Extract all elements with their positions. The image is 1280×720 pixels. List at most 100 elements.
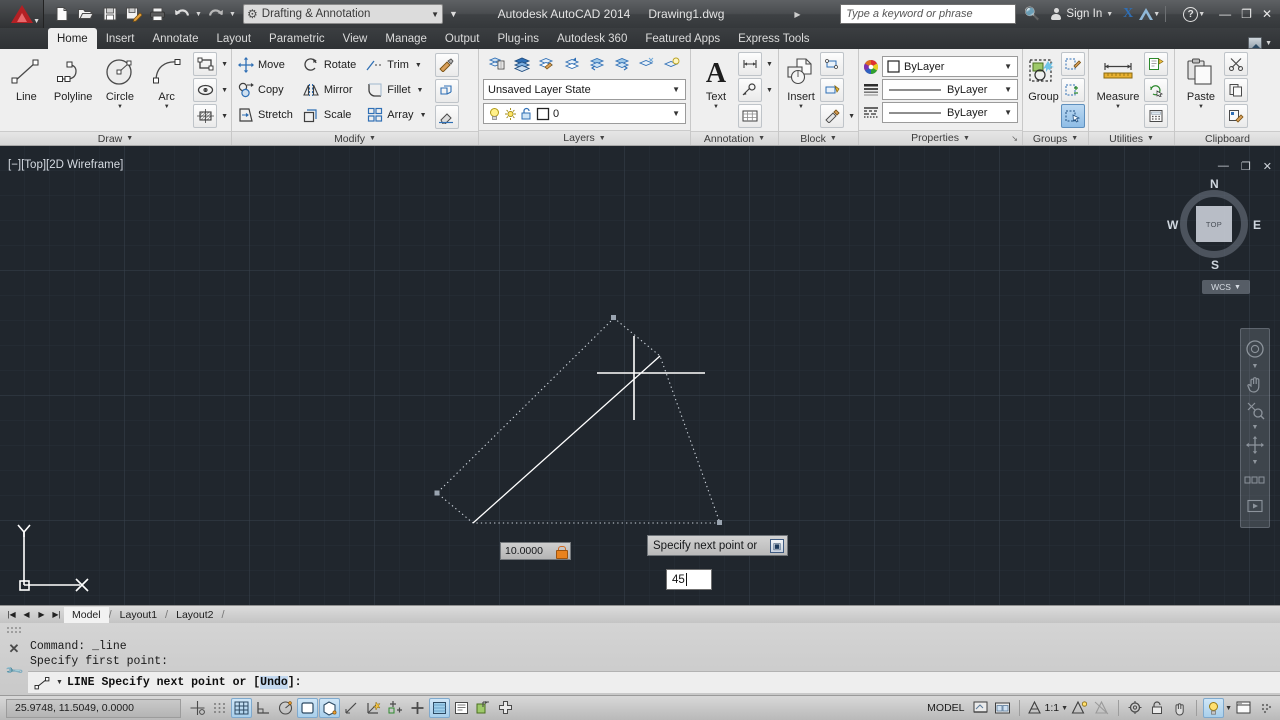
- panel-title-clipboard[interactable]: Clipboard: [1175, 131, 1280, 145]
- model-viewport-icon[interactable]: [970, 698, 991, 718]
- panel-title-properties[interactable]: Properties ▼ ↘: [859, 130, 1022, 145]
- erase-button[interactable]: [434, 105, 459, 129]
- chevron-down-icon[interactable]: ▼: [56, 679, 63, 686]
- layer-unlock-icon[interactable]: [520, 107, 533, 121]
- dimension-button[interactable]: [738, 52, 762, 76]
- next-layout-button[interactable]: ▶: [34, 607, 49, 623]
- workspace-overflow-icon[interactable]: ▼: [449, 9, 458, 19]
- infer-constraints-toggle[interactable]: [187, 698, 208, 718]
- maximize-button[interactable]: ❐: [1241, 7, 1252, 21]
- tab-annotate[interactable]: Annotate: [143, 28, 207, 49]
- chevron-down-icon[interactable]: ▼: [431, 10, 439, 19]
- insert-button[interactable]: Insert ▼: [782, 51, 820, 129]
- layer-freeze-button[interactable]: [635, 52, 659, 76]
- object-snap-tracking-toggle[interactable]: [341, 698, 362, 718]
- chevron-down-icon[interactable]: ▼: [1234, 284, 1241, 291]
- expand-options-icon[interactable]: ▣: [770, 539, 784, 553]
- tab-home[interactable]: Home: [48, 28, 97, 49]
- chevron-down-icon[interactable]: ▼: [1004, 85, 1015, 94]
- copy-button[interactable]: Copy: [235, 78, 297, 102]
- chevron-down-icon[interactable]: ▼: [1153, 11, 1160, 18]
- chevron-down-icon[interactable]: ▼: [1252, 424, 1259, 431]
- viewport-restore-icon[interactable]: ❐: [1241, 160, 1251, 173]
- view-cube-north[interactable]: N: [1210, 177, 1219, 191]
- toolbar-lock-icon[interactable]: [1147, 698, 1168, 718]
- circle-button[interactable]: Circle ▼: [97, 51, 144, 129]
- annotation-scale-control[interactable]: 1:1 ▼: [1026, 700, 1068, 716]
- open-file-button[interactable]: [74, 3, 97, 25]
- tab-autodesk-360[interactable]: Autodesk 360: [548, 28, 636, 49]
- 3d-object-snap-toggle[interactable]: [319, 698, 340, 718]
- layer-properties-button[interactable]: [485, 52, 509, 76]
- create-block-button[interactable]: [820, 52, 845, 76]
- search-expand-icon[interactable]: ▶: [794, 10, 800, 19]
- tab-manage[interactable]: Manage: [376, 28, 436, 49]
- layer-color-swatch[interactable]: [536, 107, 550, 121]
- polar-tracking-toggle[interactable]: [275, 698, 296, 718]
- tab-express-tools[interactable]: Express Tools: [729, 28, 818, 49]
- close-icon[interactable]: ✕: [9, 641, 20, 657]
- save-as-file-button[interactable]: [122, 3, 145, 25]
- chevron-down-icon[interactable]: ▼: [415, 62, 422, 69]
- chevron-down-icon[interactable]: ▼: [798, 104, 804, 110]
- clean-screen-icon[interactable]: [1233, 698, 1254, 718]
- chevron-down-icon[interactable]: ▼: [1106, 11, 1113, 18]
- chevron-down-icon[interactable]: ▼: [1004, 62, 1015, 71]
- panel-title-utilities[interactable]: Utilities ▼: [1089, 131, 1174, 145]
- cut-button[interactable]: [1224, 52, 1248, 76]
- layer-on-button[interactable]: [660, 52, 684, 76]
- isolate-objects-icon[interactable]: [1169, 698, 1190, 718]
- add-remove-group-button[interactable]: [1061, 78, 1085, 102]
- arc-button[interactable]: Arc ▼: [143, 51, 190, 129]
- new-file-button[interactable]: [50, 3, 73, 25]
- ellipse-button[interactable]: [193, 78, 218, 102]
- text-button[interactable]: A Text ▼: [694, 51, 738, 129]
- match-properties-button[interactable]: [434, 53, 459, 77]
- layer-combo[interactable]: 0 ▼: [483, 103, 686, 124]
- showmotion-windows-icon[interactable]: [1243, 468, 1267, 492]
- chevron-down-icon[interactable]: ▼: [1198, 104, 1204, 110]
- object-snap-toggle[interactable]: [297, 698, 318, 718]
- edit-group-button[interactable]: [1061, 52, 1085, 76]
- layer-thaw-icon[interactable]: [504, 107, 517, 121]
- hardware-acceleration-icon[interactable]: [1203, 698, 1225, 718]
- view-cube-south[interactable]: S: [1211, 258, 1219, 272]
- tab-output[interactable]: Output: [436, 28, 489, 49]
- object-color-combo[interactable]: ByLayer ▼: [882, 56, 1018, 77]
- dynamic-input-field[interactable]: 45: [666, 569, 712, 590]
- chevron-down-icon[interactable]: ▼: [1225, 705, 1232, 712]
- chevron-down-icon[interactable]: ▼: [766, 61, 773, 68]
- viewport-label[interactable]: [−][Top][2D Wireframe]: [8, 159, 123, 171]
- layout-tab-layout2[interactable]: Layout2: [168, 607, 221, 623]
- help-icon[interactable]: ?: [1183, 6, 1199, 22]
- panel-title-block[interactable]: Block ▼: [779, 131, 858, 145]
- command-input-row[interactable]: ▼ LINE Specify next point or [Undo]:: [28, 671, 1280, 693]
- snap-mode-toggle[interactable]: [209, 698, 230, 718]
- panel-title-draw[interactable]: Draw ▼: [0, 131, 231, 145]
- quick-select-button[interactable]: [1144, 52, 1168, 76]
- chevron-down-icon[interactable]: ▼: [713, 104, 719, 110]
- pan-hand-icon[interactable]: [1243, 372, 1267, 396]
- tab-view[interactable]: View: [334, 28, 377, 49]
- workspace-switcher[interactable]: ⚙ Drafting & Annotation ▼: [243, 4, 443, 24]
- chevron-down-icon[interactable]: ▼: [599, 135, 606, 142]
- explode-button[interactable]: [434, 79, 459, 103]
- minimize-button[interactable]: —: [1219, 7, 1231, 21]
- polyline-button[interactable]: Polyline: [50, 51, 97, 129]
- plot-button[interactable]: [146, 3, 169, 25]
- table-button[interactable]: [738, 104, 762, 128]
- undo-button[interactable]: [170, 3, 193, 25]
- properties-dialog-launcher[interactable]: ↘: [1011, 134, 1018, 143]
- quick-calculator-button[interactable]: [1144, 104, 1168, 128]
- chevron-down-icon[interactable]: ▼: [1252, 459, 1259, 466]
- quick-properties-toggle[interactable]: [473, 698, 494, 718]
- lineweight-toggle[interactable]: [429, 698, 450, 718]
- exchange-apps-icon[interactable]: X: [1123, 6, 1133, 22]
- chevron-down-icon[interactable]: ▼: [1252, 363, 1259, 370]
- chevron-down-icon[interactable]: ▼: [221, 61, 228, 68]
- linetype-combo[interactable]: ByLayer ▼: [882, 102, 1018, 123]
- rectangle-button[interactable]: [193, 52, 218, 76]
- layer-off-button[interactable]: [585, 52, 609, 76]
- tab-plug-ins[interactable]: Plug-ins: [488, 28, 548, 49]
- chevron-down-icon[interactable]: ▼: [1004, 108, 1015, 117]
